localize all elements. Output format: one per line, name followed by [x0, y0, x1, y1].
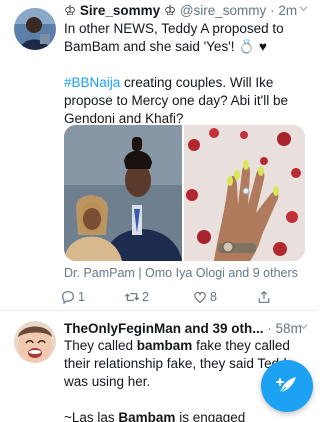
tweet-text-fragment: fake they called — [192, 338, 290, 353]
timestamp[interactable]: 2m — [278, 3, 297, 18]
tweet-text-fragment: ~Las las — [64, 410, 119, 422]
tweet-header: TheOnlyFeginMan and 39 oth... · 58m — [64, 320, 309, 338]
compose-tweet-icon — [276, 377, 296, 394]
retweet-count: 2 — [142, 290, 149, 304]
like-count: 8 — [210, 290, 217, 304]
highlighted-keyword: Bambam — [118, 410, 176, 422]
retweet-icon — [124, 293, 140, 301]
hashtag-link[interactable]: #BBNaija — [64, 75, 120, 90]
tweet-actions: 1 2 8 — [60, 288, 280, 306]
like-button[interactable]: 8 — [192, 288, 217, 306]
ring-hand-photo[interactable] — [184, 125, 305, 261]
tweet-sire-sommy[interactable]: ♔ Sire_sommy ♔ @sire_sommy · 2m In other… — [0, 0, 317, 310]
tweet-line: propose to Mercy one day? Abi it'll be — [64, 93, 288, 108]
avatar[interactable] — [14, 321, 56, 363]
reply-button[interactable]: 1 — [60, 288, 85, 306]
chevron-down-icon[interactable] — [298, 2, 309, 20]
share-button[interactable] — [256, 288, 274, 306]
tweet-text-fragment: and she said 'Yes'! — [119, 39, 239, 54]
display-name[interactable]: TheOnlyFeginMan and 39 oth... — [64, 321, 264, 336]
tweet-text: In other NEWS, Teddy A proposed to BamBa… — [64, 20, 309, 128]
tweet-media[interactable] — [64, 125, 305, 261]
share-icon — [258, 290, 270, 303]
tweet-line: BamBam and she said 'Yes'! 💍 ♥ — [64, 38, 309, 56]
like-icon — [194, 291, 206, 304]
tweet-line: They called bambam fake they called — [64, 337, 309, 355]
display-name[interactable]: Sire_sommy — [80, 3, 160, 18]
reply-count: 1 — [78, 290, 85, 304]
tweet-text-fragment: They called — [64, 338, 137, 353]
avatar[interactable] — [14, 8, 56, 50]
crown-icon: ♔ — [64, 3, 77, 18]
separator: · — [267, 321, 272, 336]
chevron-down-icon[interactable] — [298, 320, 309, 338]
compose-tweet-button[interactable] — [261, 360, 313, 412]
reply-icon — [62, 291, 74, 305]
mention-link[interactable]: BamBam — [64, 39, 120, 54]
crown-icon: ♔ — [163, 3, 177, 18]
user-handle[interactable]: @sire_sommy — [180, 3, 266, 18]
tweet-line: ~Las las Bambam is engaged — [64, 409, 309, 422]
retweet-button[interactable]: 2 — [124, 288, 149, 306]
ring-heart-emoji: 💍 ♥ — [238, 39, 267, 54]
tweet-line: In other NEWS, Teddy A proposed to — [64, 21, 284, 36]
separator: · — [270, 3, 275, 18]
tweet-line: #BBNaija creating couples. Will Ike — [64, 74, 309, 92]
liked-by-mentions[interactable]: Dr. PamPam | Omo Iya Ologi and 9 others — [64, 266, 298, 280]
tweet-text-fragment: is engaged — [175, 410, 246, 422]
tweet-text-fragment: creating couples. Will Ike — [120, 75, 274, 90]
highlighted-keyword: bambam — [136, 338, 193, 353]
couple-photo[interactable] — [64, 125, 182, 261]
tweet-header: ♔ Sire_sommy ♔ @sire_sommy · 2m — [64, 2, 309, 20]
